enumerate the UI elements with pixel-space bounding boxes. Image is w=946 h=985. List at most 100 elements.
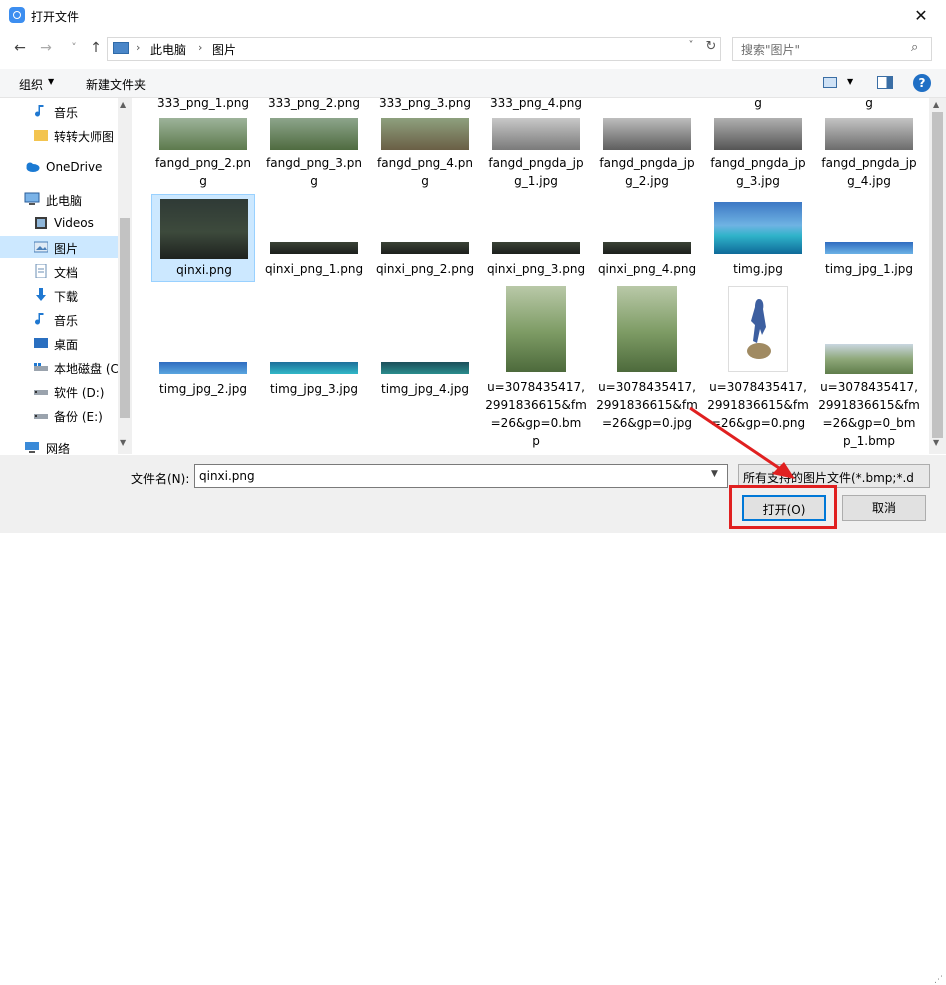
file-name: qinxi_png_1.png	[264, 262, 364, 276]
sidebar-item-onedrive[interactable]: OneDrive	[0, 156, 118, 178]
file-name: fangd_png_2.pn g	[155, 156, 251, 188]
sidebar-item-music-top[interactable]: 音乐	[0, 100, 118, 122]
forward-button[interactable]: →	[36, 38, 56, 58]
search-input[interactable]: 搜索"图片" ⌕	[732, 37, 932, 61]
sidebar-item-this-pc[interactable]: 此电脑	[0, 188, 118, 210]
list-item[interactable]: fangd_png_3.pn g	[262, 116, 366, 192]
download-icon	[34, 288, 48, 302]
sidebar-item-drive-e[interactable]: 备份 (E:)	[0, 404, 118, 426]
figure-silhouette-icon	[747, 299, 771, 359]
list-item[interactable]: timg_jpg_4.jpg	[373, 286, 477, 448]
list-item[interactable]: timg.jpg	[706, 194, 810, 282]
help-icon[interactable]: ?	[913, 74, 931, 92]
list-item-selected[interactable]: qinxi.png	[151, 194, 255, 282]
chevron-down-icon[interactable]: ▼	[847, 77, 853, 86]
file-name: g	[865, 98, 873, 110]
chevron-down-icon[interactable]: ▼	[48, 77, 54, 86]
sidebar-item-documents[interactable]: 文档	[0, 260, 118, 282]
list-item[interactable]: qinxi_png_1.png	[262, 194, 366, 282]
filename-field[interactable]: qinxi.png ▼	[194, 464, 728, 488]
address-bar[interactable]: › 此电脑 › 图片 ˅ ↻	[107, 37, 721, 61]
file-name: fangd_pngda_jp g_2.jpg	[599, 156, 695, 188]
sidebar-item-label: 下载	[54, 290, 79, 304]
sidebar-item-downloads[interactable]: 下载	[0, 284, 118, 306]
sidebar-item-videos[interactable]: Videos	[0, 212, 118, 234]
sidebar-item-drive-c[interactable]: 本地磁盘 (C	[0, 356, 119, 378]
list-item[interactable]: qinxi_png_4.png	[595, 194, 699, 282]
recent-locations-button[interactable]: ˅	[64, 38, 84, 58]
cancel-button[interactable]: 取消	[842, 495, 926, 521]
file-list-scrollbar[interactable]: ▲ ▼	[929, 98, 946, 454]
organize-button[interactable]: 组织	[19, 76, 43, 93]
filename-value: qinxi.png	[199, 469, 255, 483]
refresh-button[interactable]: ↻	[702, 39, 720, 54]
list-item[interactable]: fangd_png_2.pn g	[151, 116, 255, 192]
breadcrumb-separator: ›	[136, 41, 141, 54]
chevron-down-icon[interactable]: ▼	[711, 469, 718, 479]
file-name: timg.jpg	[733, 262, 783, 276]
scroll-down-arrow-icon[interactable]: ▼	[933, 438, 939, 447]
breadcrumb-pictures[interactable]: 图片	[212, 41, 236, 58]
list-item[interactable]: u=3078435417, 2991836615&fm =26&gp=0.bm …	[484, 286, 588, 448]
file-name: timg_jpg_1.jpg	[825, 262, 913, 276]
scroll-up-arrow-icon[interactable]: ▲	[933, 100, 939, 109]
list-item[interactable]: timg_jpg_3.jpg	[262, 286, 366, 448]
file-name: u=3078435417, 2991836615&fm =26&gp=0.jpg	[596, 380, 698, 430]
sidebar-item-zhuanzhuan[interactable]: 转转大师图	[0, 124, 118, 146]
file-name: u=3078435417, 2991836615&fm =26&gp=0.png	[707, 380, 809, 430]
breadcrumb-this-pc[interactable]: 此电脑	[150, 41, 186, 58]
resize-grip-icon[interactable]: ⋰	[934, 975, 943, 985]
list-item[interactable]: u=3078435417, 2991836615&fm =26&gp=0.jpg	[595, 286, 699, 448]
list-item[interactable]: fangd_pngda_jp g_2.jpg	[595, 116, 699, 192]
folder-icon	[34, 128, 48, 142]
sidebar-item-pictures[interactable]: 图片	[0, 236, 118, 258]
search-placeholder: 搜索"图片"	[741, 43, 801, 57]
scrollbar-thumb[interactable]	[120, 218, 130, 418]
navigation-pane: 音乐 转转大师图 OneDrive 此电脑 Videos 图片 文档 下载 音乐…	[0, 98, 132, 454]
image-thumbnail	[270, 118, 358, 150]
breadcrumb-separator: ›	[198, 41, 203, 54]
sidebar-item-desktop[interactable]: 桌面	[0, 332, 118, 354]
list-item[interactable]: qinxi_png_2.png	[373, 194, 477, 282]
sidebar-item-label: Videos	[54, 216, 94, 230]
list-item[interactable]: fangd_pngda_jp g_4.jpg	[817, 116, 921, 192]
list-item[interactable]: fangd_pngda_jp g_1.jpg	[484, 116, 588, 192]
music-icon	[34, 104, 48, 118]
list-item[interactable]: timg_jpg_1.jpg	[817, 194, 921, 282]
file-name: fangd_pngda_jp g_3.jpg	[710, 156, 806, 188]
scroll-down-arrow-icon[interactable]: ▼	[120, 438, 126, 447]
sidebar-scrollbar[interactable]: ▲ ▼	[118, 98, 132, 454]
sidebar-item-label: 文档	[54, 266, 79, 280]
image-thumbnail	[159, 118, 247, 150]
list-item[interactable]: fangd_png_4.pn g	[373, 116, 477, 192]
list-item[interactable]: fangd_pngda_jp g_3.jpg	[706, 116, 810, 192]
address-dropdown-button[interactable]: ˅	[684, 40, 698, 51]
up-button[interactable]: ↑	[86, 38, 106, 58]
file-name: g	[754, 98, 762, 110]
close-button[interactable]: ✕	[906, 4, 936, 28]
sidebar-item-label: OneDrive	[46, 160, 103, 174]
scroll-up-arrow-icon[interactable]: ▲	[120, 100, 126, 109]
view-mode-icon[interactable]	[823, 77, 837, 88]
image-thumbnail	[617, 286, 677, 372]
search-icon[interactable]: ⌕	[911, 40, 918, 55]
cloud-icon	[24, 160, 40, 174]
sidebar-item-network[interactable]: 网络	[0, 436, 118, 454]
list-item[interactable]: u=3078435417, 2991836615&fm =26&gp=0_bm …	[817, 286, 921, 448]
sidebar-item-music[interactable]: 音乐	[0, 308, 118, 330]
list-item[interactable]: qinxi_png_3.png	[484, 194, 588, 282]
scrollbar-thumb[interactable]	[932, 112, 943, 438]
back-button[interactable]: ←	[10, 38, 30, 58]
network-icon	[24, 440, 39, 454]
new-folder-button[interactable]: 新建文件夹	[86, 76, 146, 93]
file-name: fangd_png_3.pn g	[266, 156, 362, 188]
sidebar-item-drive-d[interactable]: 软件 (D:)	[0, 380, 118, 402]
preview-pane-icon[interactable]	[877, 76, 893, 89]
sidebar-item-label: 网络	[46, 442, 71, 454]
list-item[interactable]: timg_jpg_2.jpg	[151, 286, 255, 448]
image-thumbnail	[492, 118, 580, 150]
list-item[interactable]: u=3078435417, 2991836615&fm =26&gp=0.png	[706, 286, 810, 448]
image-thumbnail	[714, 118, 802, 150]
file-type-value: 所有支持的图片文件(*.bmp;*.d	[743, 471, 914, 485]
image-thumbnail	[825, 344, 913, 374]
